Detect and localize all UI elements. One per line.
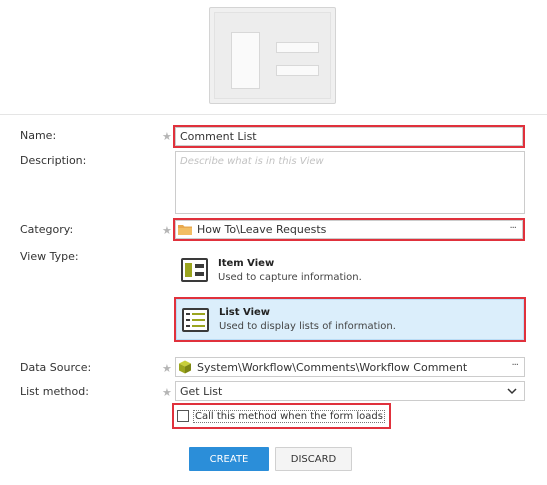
call-on-load-row[interactable]: Call this method when the form loads	[172, 403, 391, 429]
required-star: ★	[162, 224, 172, 237]
view-type-list[interactable]: List View Used to display lists of infor…	[174, 297, 526, 342]
data-source-browse-button[interactable]: ···	[511, 360, 518, 371]
name-label: Name:	[20, 129, 57, 142]
list-view-desc: Used to display lists of information.	[219, 321, 396, 332]
list-view-icon	[182, 307, 209, 332]
call-on-load-label: Call this method when the form loads	[193, 409, 385, 423]
required-star: ★	[162, 386, 172, 399]
list-method-select[interactable]: Get List	[175, 381, 525, 401]
category-label: Category:	[20, 223, 74, 236]
name-field[interactable]: Comment List	[173, 125, 525, 148]
item-view-title: Item View	[218, 257, 275, 269]
folder-icon	[178, 224, 192, 235]
discard-button[interactable]: DISCARD	[275, 447, 352, 471]
list-method-value: Get List	[180, 384, 223, 398]
divider	[0, 114, 547, 115]
category-value: How To\Leave Requests	[197, 223, 327, 236]
item-view-icon	[181, 258, 208, 282]
required-star: ★	[162, 130, 172, 143]
view-thumbnail	[209, 7, 336, 104]
description-placeholder: Describe what is in this View	[180, 156, 324, 167]
list-view-title: List View	[219, 307, 271, 318]
item-view-desc: Used to capture information.	[218, 271, 362, 283]
data-source-label: Data Source:	[20, 361, 92, 374]
name-value: Comment List	[180, 130, 257, 143]
create-button[interactable]: CREATE	[189, 447, 269, 471]
description-label: Description:	[20, 154, 87, 167]
description-field[interactable]: Describe what is in this View	[175, 151, 525, 214]
call-on-load-checkbox[interactable]	[177, 410, 189, 422]
data-source-value: System\Workflow\Comments\Workflow Commen…	[197, 360, 468, 374]
list-method-label: List method:	[20, 385, 89, 398]
smartobject-icon	[179, 360, 191, 374]
required-star: ★	[162, 362, 172, 375]
category-field[interactable]: How To\Leave Requests ···	[173, 218, 525, 241]
data-source-field[interactable]: System\Workflow\Comments\Workflow Commen…	[175, 357, 525, 377]
view-type-label: View Type:	[20, 250, 79, 263]
chevron-down-icon	[507, 388, 517, 395]
category-browse-button[interactable]: ···	[509, 223, 516, 234]
view-type-item[interactable]: Item View Used to capture information.	[176, 250, 524, 290]
